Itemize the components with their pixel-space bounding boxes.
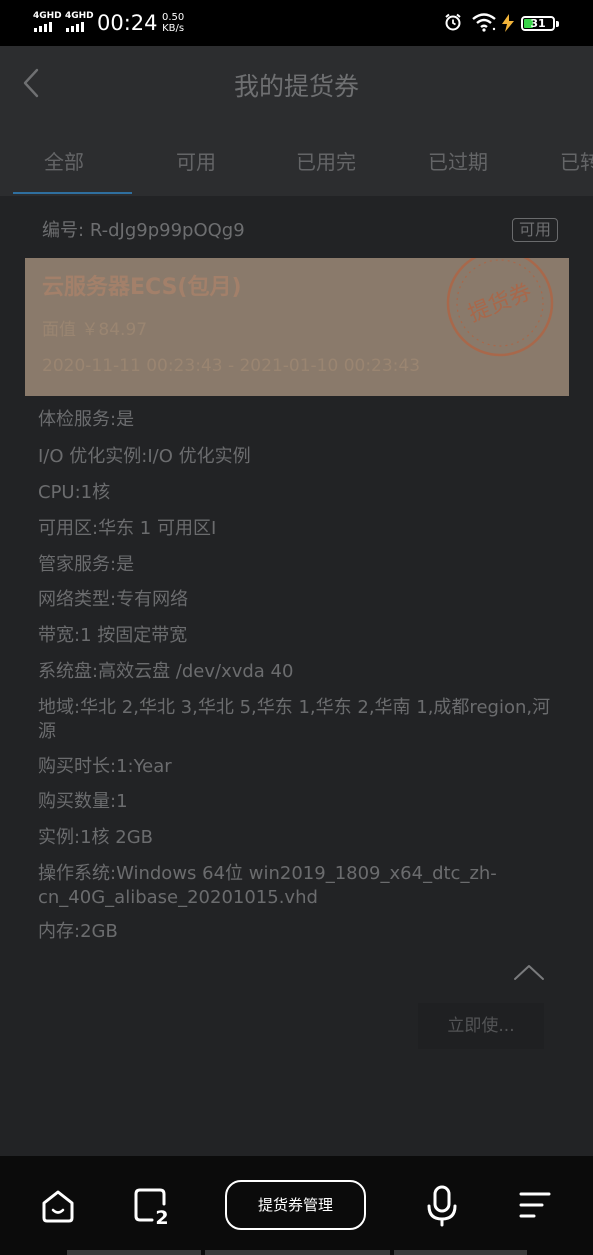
tab-expired[interactable]: 已过期: [428, 148, 488, 176]
tab-transferred[interactable]: 已转: [560, 148, 593, 176]
detail-line: 可用区:华东 1 可用区I: [38, 518, 217, 539]
voucher-management-button[interactable]: 提货券管理: [225, 1180, 366, 1230]
chevron-up-icon[interactable]: [512, 962, 546, 982]
detail-line: 管家服务:是: [38, 554, 135, 575]
voucher-code-row: 编号: R-dJg9p99pOQg9: [42, 218, 245, 244]
network-speed: 0.50 KB/s: [162, 12, 184, 34]
microphone-icon[interactable]: [425, 1184, 459, 1228]
detail-line: 网络类型:专有网络: [38, 589, 189, 610]
battery-level: 31: [530, 17, 546, 30]
tab-used-up[interactable]: 已用完: [296, 148, 356, 176]
detail-line: 系统盘:高效云盘 /dev/xvda 40: [38, 661, 294, 682]
voucher-face-value: 面值 ￥84.97: [42, 320, 148, 340]
tab-available[interactable]: 可用: [176, 148, 216, 176]
voucher-details: 体检服务:是 I/O 优化实例:I/O 优化实例 CPU:1核 可用区:华东 1…: [25, 396, 569, 1046]
speed-value: 0.50: [162, 12, 185, 23]
detail-line: 购买时长:1:Year: [38, 756, 172, 777]
signal-icon: [34, 22, 52, 32]
page-title: 我的提货券: [233, 72, 359, 101]
detail-line: 带宽:1 按固定带宽: [38, 625, 188, 646]
menu-icon[interactable]: [518, 1190, 552, 1222]
voucher-code: R-dJg9p99pOQg9: [89, 220, 245, 241]
tabs-icon[interactable]: 2: [132, 1186, 172, 1226]
status-bar: 4GHD 4GHD 00:24 0.50 KB/s 31: [0, 0, 593, 46]
bottom-navigation: 2 提货券管理: [0, 1156, 593, 1255]
app-header: 我的提货券: [0, 46, 593, 126]
detail-line: 地域:华北 2,华北 3,华北 5,华东 1,华东 2,华南 1,成都regio…: [38, 697, 551, 742]
clock: 00:24: [97, 11, 158, 35]
sim1-network: 4GHD: [33, 11, 62, 21]
detail-line: 体检服务:是: [38, 409, 135, 430]
tab-all[interactable]: 全部: [44, 148, 84, 176]
voucher-validity-period: 2020-11-11 00:23:43 - 2021-01-10 00:23:4…: [42, 356, 421, 376]
detail-line: 内存:2GB: [38, 921, 118, 942]
charging-icon: [502, 14, 514, 32]
speed-unit: KB/s: [162, 23, 185, 34]
detail-line: 购买数量:1: [38, 791, 128, 812]
wifi-icon: [472, 13, 496, 32]
gesture-bar: [205, 1250, 390, 1255]
detail-line: 操作系统:Windows 64位 win2019_1809_x64_dtc_zh…: [38, 863, 497, 908]
detail-line: CPU:1核: [38, 482, 111, 503]
active-tab-indicator: [13, 192, 132, 194]
gesture-bar: [394, 1250, 527, 1255]
battery-icon: 31: [521, 16, 559, 31]
tab-bar: 全部 可用 已用完 已过期 已转: [0, 126, 593, 196]
gesture-bar: [67, 1250, 201, 1255]
sim2-network: 4GHD: [65, 11, 94, 21]
detail-line: 实例:1核 2GB: [38, 827, 153, 848]
status-badge: 可用: [512, 218, 558, 242]
home-icon[interactable]: [40, 1188, 76, 1224]
voucher-product-name: 云服务器ECS(包月): [42, 275, 242, 300]
detail-line: I/O 优化实例:I/O 优化实例: [38, 446, 251, 467]
voucher-stamp-icon: 提货券: [446, 258, 554, 357]
stamp-text: 提货券: [465, 280, 536, 328]
tabs-count: 2: [155, 1207, 168, 1226]
signal-icon: [66, 22, 84, 32]
voucher-code-label: 编号:: [42, 220, 85, 241]
alarm-icon: [445, 13, 461, 31]
use-now-button[interactable]: 立即使...: [418, 1003, 544, 1049]
voucher-card[interactable]: 云服务器ECS(包月) 面值 ￥84.97 2020-11-11 00:23:4…: [25, 258, 569, 396]
